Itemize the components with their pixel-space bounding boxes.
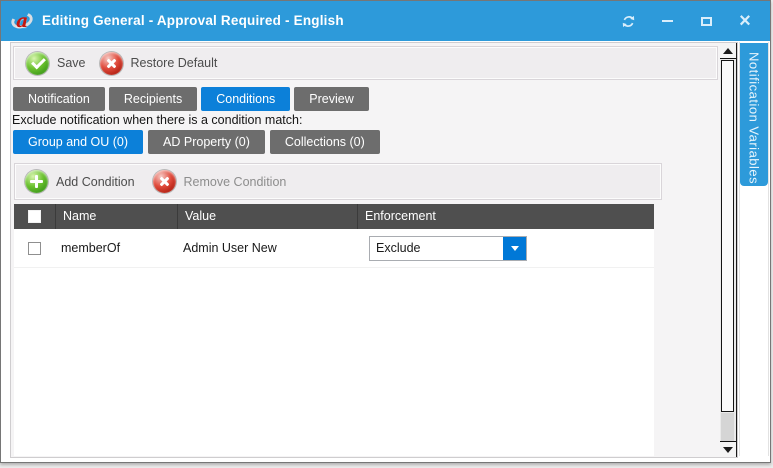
scrollbar-thumb[interactable] xyxy=(721,60,734,412)
conditions-toolbar: Add Condition Remove Condition xyxy=(14,163,662,200)
conditions-table: Name Value Enforcement memberOf Admin Us… xyxy=(14,204,654,456)
content-panel: Save Restore Default Notification Recipi… xyxy=(10,42,738,458)
tab-conditions[interactable]: Conditions xyxy=(201,87,290,111)
add-condition-icon xyxy=(25,170,48,193)
save-label: Save xyxy=(57,56,86,70)
close-icon: × xyxy=(739,12,751,30)
select-all-cell xyxy=(14,204,56,229)
subtab-group-and-ou[interactable]: Group and OU (0) xyxy=(13,130,143,154)
close-button[interactable]: × xyxy=(736,12,754,30)
window-controls: × xyxy=(619,1,754,41)
exclude-condition-label: Exclude notification when there is a con… xyxy=(12,113,302,127)
maximize-button[interactable] xyxy=(697,12,715,30)
table-row[interactable]: memberOf Admin User New Exclude xyxy=(14,229,654,268)
side-panel-rail: Notification Variables xyxy=(739,42,769,456)
triangle-down-icon xyxy=(723,447,733,453)
tab-preview[interactable]: Preview xyxy=(294,87,368,111)
column-header-name: Name xyxy=(56,204,178,229)
row-checkbox[interactable] xyxy=(28,242,41,255)
window-title: Editing General - Approval Required - En… xyxy=(42,1,344,41)
row-name-cell: memberOf xyxy=(55,241,177,255)
enforcement-dropdown-button[interactable] xyxy=(503,237,526,260)
notification-variables-label: Notification Variables xyxy=(747,43,762,186)
titlebar: a Editing General - Approval Required - … xyxy=(1,1,770,41)
logo-letter: a xyxy=(16,10,28,32)
main-tabs: Notification Recipients Conditions Previ… xyxy=(13,87,369,111)
save-icon xyxy=(26,52,49,75)
subtab-ad-property[interactable]: AD Property (0) xyxy=(148,130,265,154)
restore-default-button[interactable]: Restore Default xyxy=(100,52,218,75)
row-checkbox-cell xyxy=(14,242,55,255)
column-header-value: Value xyxy=(178,204,358,229)
row-enforcement-cell: Exclude xyxy=(357,236,654,261)
maximize-icon xyxy=(701,17,712,26)
enforcement-dropdown[interactable]: Exclude xyxy=(369,236,527,261)
tab-recipients[interactable]: Recipients xyxy=(109,87,197,111)
chevron-down-icon xyxy=(511,246,519,251)
column-header-enforcement: Enforcement xyxy=(358,204,654,229)
tab-notification[interactable]: Notification xyxy=(13,87,105,111)
dialog-window: a Editing General - Approval Required - … xyxy=(0,0,771,463)
refresh-button[interactable] xyxy=(619,12,637,30)
scroll-up-button[interactable] xyxy=(720,43,736,59)
restore-default-icon xyxy=(100,52,123,75)
main-toolbar: Save Restore Default xyxy=(13,46,718,80)
screen: a Editing General - Approval Required - … xyxy=(0,0,773,468)
condition-subtabs: Group and OU (0) AD Property (0) Collect… xyxy=(13,130,380,154)
select-all-checkbox[interactable] xyxy=(28,210,41,223)
add-condition-label: Add Condition xyxy=(56,175,135,189)
save-button[interactable]: Save xyxy=(26,52,86,75)
subtab-collections[interactable]: Collections (0) xyxy=(270,130,380,154)
remove-condition-icon xyxy=(153,170,176,193)
scroll-down-button[interactable] xyxy=(720,441,736,457)
notification-variables-tab[interactable]: Notification Variables xyxy=(740,43,768,186)
scrollbar-track[interactable] xyxy=(721,413,734,442)
remove-condition-button[interactable]: Remove Condition xyxy=(153,170,287,193)
vertical-scrollbar xyxy=(720,43,737,457)
remove-condition-label: Remove Condition xyxy=(184,175,287,189)
restore-default-label: Restore Default xyxy=(131,56,218,70)
minimize-button[interactable] xyxy=(658,12,676,30)
enforcement-dropdown-value: Exclude xyxy=(370,237,503,260)
minimize-icon xyxy=(662,20,673,22)
app-logo-icon: a xyxy=(10,10,35,32)
row-value-cell: Admin User New xyxy=(177,241,357,255)
refresh-icon xyxy=(621,14,636,29)
add-condition-button[interactable]: Add Condition xyxy=(25,170,135,193)
table-header-row: Name Value Enforcement xyxy=(14,204,654,229)
triangle-up-icon xyxy=(723,48,733,54)
